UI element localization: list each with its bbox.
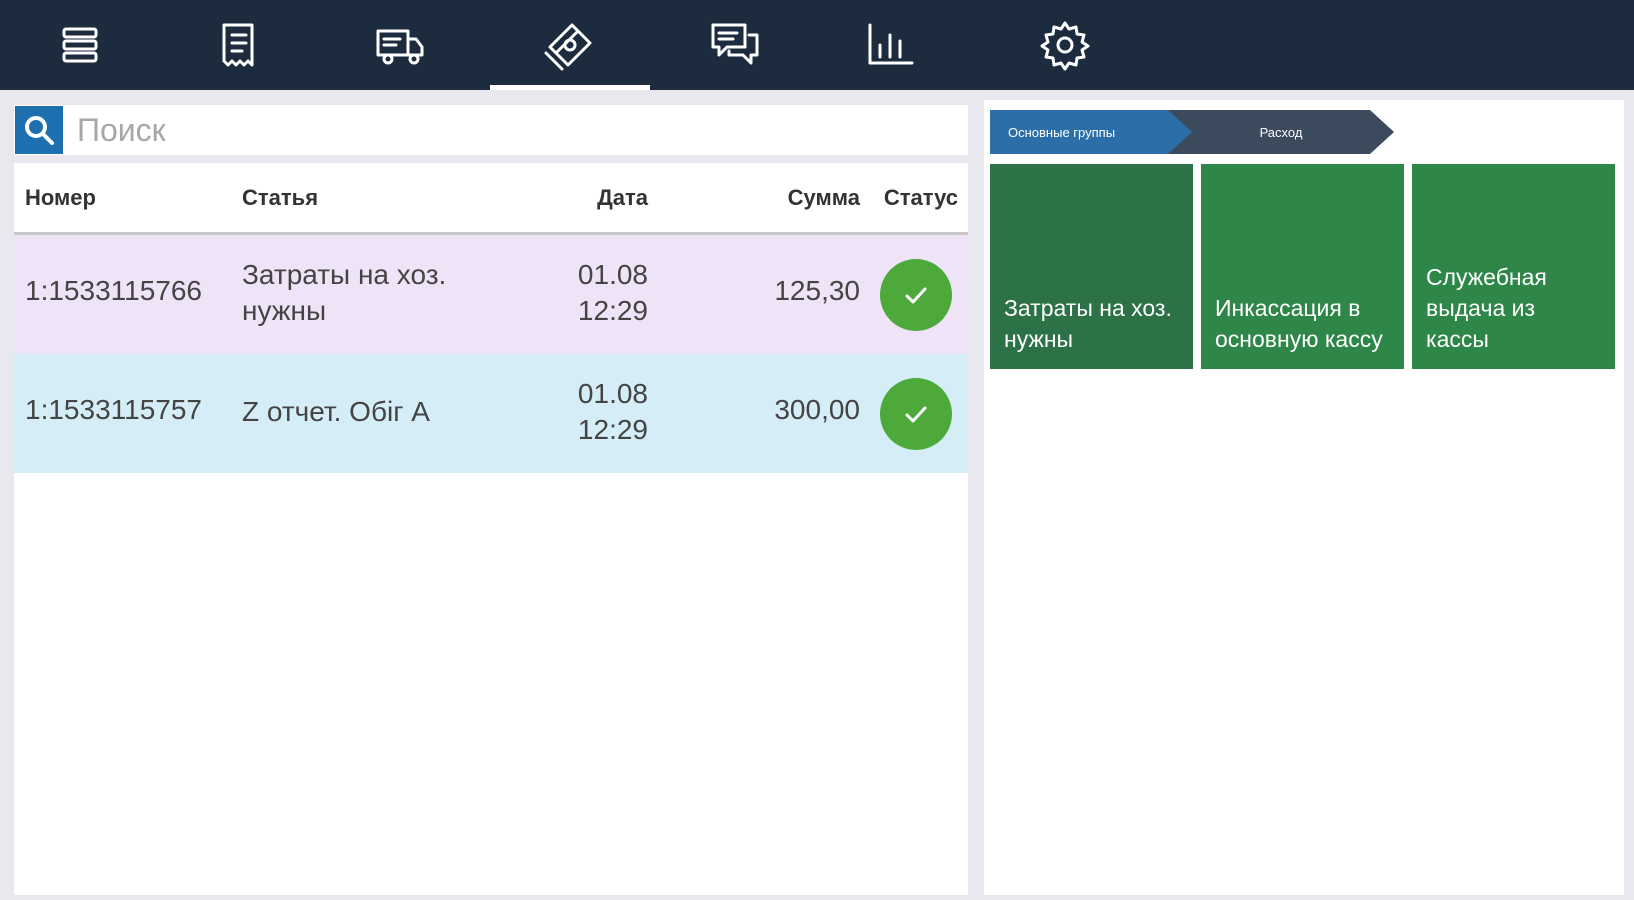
row-date-day: 01.08	[577, 378, 648, 409]
category-tile-household[interactable]: Затраты на хоз. нужны	[990, 164, 1193, 369]
tile-label: Затраты на хоз. нужны	[1004, 295, 1172, 352]
money-icon	[544, 23, 592, 71]
checkmark-icon	[905, 287, 927, 304]
row-date: 01.08 12:29	[578, 376, 648, 448]
category-panel: Основные группы Расход Затраты на хоз. н…	[984, 100, 1624, 895]
row-article: Z отчет. Обіг А	[242, 396, 430, 427]
delivery-truck-icon	[376, 29, 424, 65]
category-tile-collection[interactable]: Инкассация в основную кассу	[1201, 164, 1404, 369]
status-badge	[880, 378, 952, 450]
search-button[interactable]	[15, 106, 63, 154]
tab-messages[interactable]	[655, 0, 815, 90]
active-tab-indicator	[490, 85, 650, 90]
search-input[interactable]	[77, 111, 937, 149]
row-date-time: 12:29	[577, 295, 648, 326]
header-status[interactable]: Статус	[884, 185, 958, 211]
menu-icon	[62, 27, 98, 63]
status-badge	[880, 259, 952, 331]
breadcrumb-main-groups[interactable]: Основные группы	[990, 110, 1195, 154]
tab-reports[interactable]	[810, 0, 970, 90]
tab-menu[interactable]	[0, 0, 160, 90]
row-date-day: 01.08	[577, 259, 648, 290]
gear-icon	[1040, 21, 1090, 71]
header-number[interactable]: Номер	[25, 185, 96, 211]
row-date-time: 12:29	[577, 414, 648, 445]
row-number: 1:1533115766	[25, 275, 202, 306]
bar-chart-icon	[868, 23, 914, 65]
top-nav-bar	[0, 0, 1634, 90]
row-date: 01.08 12:29	[578, 257, 648, 329]
table-row[interactable]: 1:1533115757 Z отчет. Обіг А 01.08 12:29…	[14, 354, 968, 473]
category-tile-service-payout[interactable]: Служебная выдача из кассы	[1412, 164, 1615, 369]
breadcrumb-expense[interactable]: Расход	[1168, 110, 1394, 154]
tab-cash[interactable]	[490, 0, 650, 90]
search-bar	[14, 105, 968, 155]
search-icon	[25, 116, 54, 145]
chat-icon	[711, 23, 759, 65]
row-sum: 300,00	[774, 394, 860, 425]
list-header: Номер Статья Дата Сумма Статус	[14, 163, 968, 235]
header-date[interactable]: Дата	[597, 185, 648, 211]
tile-label: Инкассация в основную кассу	[1215, 295, 1383, 352]
tile-label: Служебная выдача из кассы	[1426, 264, 1547, 352]
row-article: Затраты на хоз. нужны	[242, 259, 447, 326]
row-number: 1:1533115757	[25, 394, 202, 425]
document-list: Номер Статья Дата Сумма Статус 1:1533115…	[14, 163, 968, 895]
header-article[interactable]: Статья	[242, 185, 318, 211]
header-sum[interactable]: Сумма	[788, 185, 860, 211]
receipt-icon	[222, 23, 254, 67]
checkmark-icon	[905, 406, 927, 423]
tab-delivery[interactable]	[320, 0, 480, 90]
breadcrumb: Основные группы Расход	[990, 110, 1410, 154]
tab-receipts[interactable]	[158, 0, 318, 90]
table-row[interactable]: 1:1533115766 Затраты на хоз. нужны 01.08…	[14, 235, 968, 354]
row-sum: 125,30	[774, 275, 860, 306]
tab-settings[interactable]	[985, 0, 1145, 90]
